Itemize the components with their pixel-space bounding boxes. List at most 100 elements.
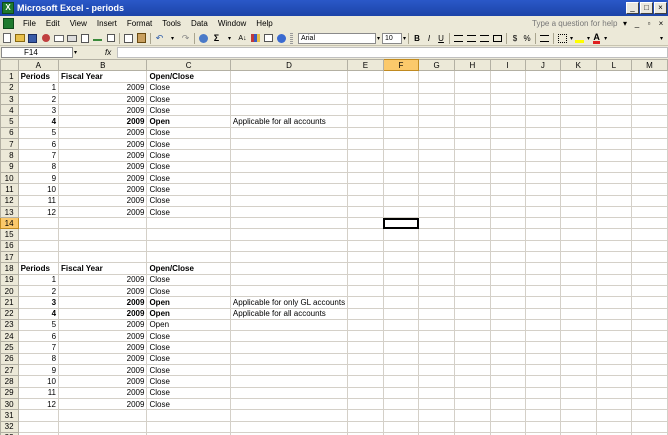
cell-f22[interactable]: [382, 307, 420, 320]
cell-j16[interactable]: [524, 239, 561, 253]
cell-j5[interactable]: [524, 115, 561, 128]
row-header[interactable]: 28: [0, 375, 19, 388]
cell-i23[interactable]: [489, 318, 526, 332]
cell-e15[interactable]: [347, 228, 384, 241]
cell-k32[interactable]: [559, 420, 597, 433]
cell-l1[interactable]: [595, 70, 633, 83]
cell-h24[interactable]: [453, 330, 491, 343]
cell-k28[interactable]: [559, 375, 597, 388]
cell-e12[interactable]: [347, 194, 384, 207]
cell-k30[interactable]: [559, 397, 597, 411]
cell-a20[interactable]: 2: [17, 284, 60, 298]
minimize-button[interactable]: _: [626, 2, 639, 14]
cell-b26[interactable]: 2009: [58, 352, 148, 366]
cell-l27[interactable]: [595, 364, 633, 377]
row-header[interactable]: 24: [0, 330, 19, 343]
cell-j11[interactable]: [524, 183, 561, 196]
name-box-dropdown-icon[interactable]: ▾: [74, 49, 77, 56]
cell-a22[interactable]: 4: [17, 307, 60, 320]
cell-i4[interactable]: [489, 104, 526, 117]
cell-m14[interactable]: [631, 217, 668, 230]
cell-e8[interactable]: [347, 149, 384, 162]
cell-i3[interactable]: [489, 92, 526, 106]
cell-g26[interactable]: [418, 352, 455, 366]
spelling-icon[interactable]: [92, 33, 103, 44]
cell-d4[interactable]: [229, 104, 349, 117]
cell-a11[interactable]: 10: [17, 183, 60, 196]
cell-c13[interactable]: Close: [146, 205, 231, 219]
cell-d28[interactable]: [229, 375, 349, 388]
cell-k10[interactable]: [559, 171, 597, 185]
cell-c26[interactable]: Close: [146, 352, 231, 366]
cell-f29[interactable]: [382, 386, 420, 399]
cell-m21[interactable]: [631, 296, 668, 309]
cell-b22[interactable]: 2009: [58, 307, 148, 320]
cell-l3[interactable]: [595, 92, 633, 106]
cell-d3[interactable]: [229, 92, 349, 106]
cell-a19[interactable]: 1: [17, 273, 60, 286]
cell-m26[interactable]: [631, 352, 668, 366]
cell-e5[interactable]: [347, 115, 384, 128]
row-header[interactable]: 3: [0, 92, 19, 106]
cell-h5[interactable]: [453, 115, 491, 128]
cell-f21[interactable]: [382, 296, 420, 309]
cell-i25[interactable]: [489, 341, 526, 354]
cell-d16[interactable]: [229, 239, 349, 253]
row-header[interactable]: 23: [0, 318, 19, 332]
cell-d1[interactable]: [229, 70, 349, 83]
row-header[interactable]: 26: [0, 352, 19, 366]
cell-a5[interactable]: 4: [17, 115, 60, 128]
cell-c10[interactable]: Close: [146, 171, 231, 185]
cell-g2[interactable]: [418, 81, 455, 94]
cell-j7[interactable]: [524, 138, 561, 151]
cell-b24[interactable]: 2009: [58, 330, 148, 343]
cell-i27[interactable]: [489, 364, 526, 377]
cell-a4[interactable]: 3: [17, 104, 60, 117]
cell-h27[interactable]: [453, 364, 491, 377]
cell-d17[interactable]: [229, 251, 349, 264]
cell-e26[interactable]: [347, 352, 384, 366]
cell-k9[interactable]: [559, 160, 597, 173]
cell-b15[interactable]: [58, 228, 148, 241]
merge-center-icon[interactable]: [492, 33, 503, 44]
cell-a14[interactable]: [17, 217, 60, 230]
font-color-dropdown-icon[interactable]: ▾: [604, 35, 607, 42]
cell-m15[interactable]: [631, 228, 668, 241]
cell-b30[interactable]: 2009: [58, 397, 148, 411]
column-header-g[interactable]: G: [418, 59, 455, 72]
cell-k24[interactable]: [559, 330, 597, 343]
cell-g23[interactable]: [418, 318, 455, 332]
row-header[interactable]: 16: [0, 239, 19, 253]
cell-e21[interactable]: [347, 296, 384, 309]
font-color-icon[interactable]: A: [591, 32, 602, 44]
cell-h23[interactable]: [453, 318, 491, 332]
cell-l21[interactable]: [595, 296, 633, 309]
row-header[interactable]: 17: [0, 251, 19, 264]
cell-h29[interactable]: [453, 386, 491, 399]
cell-i5[interactable]: [489, 115, 526, 128]
percent-button[interactable]: %: [521, 34, 533, 43]
cell-c7[interactable]: Close: [146, 138, 231, 151]
cell-a2[interactable]: 1: [17, 81, 60, 94]
cell-b19[interactable]: 2009: [58, 273, 148, 286]
cell-b6[interactable]: 2009: [58, 126, 148, 140]
cell-c3[interactable]: Close: [146, 92, 231, 106]
cell-d6[interactable]: [229, 126, 349, 140]
paste-icon[interactable]: [136, 33, 147, 44]
cell-g1[interactable]: [418, 70, 455, 83]
cell-j10[interactable]: [524, 171, 561, 185]
column-header-h[interactable]: H: [453, 59, 491, 72]
cell-i7[interactable]: [489, 138, 526, 151]
column-header-i[interactable]: I: [489, 59, 526, 72]
cell-j26[interactable]: [524, 352, 561, 366]
cell-l24[interactable]: [595, 330, 633, 343]
cell-i20[interactable]: [489, 284, 526, 298]
cell-g18[interactable]: [418, 262, 455, 275]
cell-h16[interactable]: [453, 239, 491, 253]
cell-l7[interactable]: [595, 138, 633, 151]
column-header-b[interactable]: B: [58, 59, 148, 72]
menu-insert[interactable]: Insert: [92, 19, 122, 28]
cell-m2[interactable]: [631, 81, 668, 94]
cell-e2[interactable]: [347, 81, 384, 94]
font-size-dropdown-icon[interactable]: ▾: [403, 35, 406, 42]
